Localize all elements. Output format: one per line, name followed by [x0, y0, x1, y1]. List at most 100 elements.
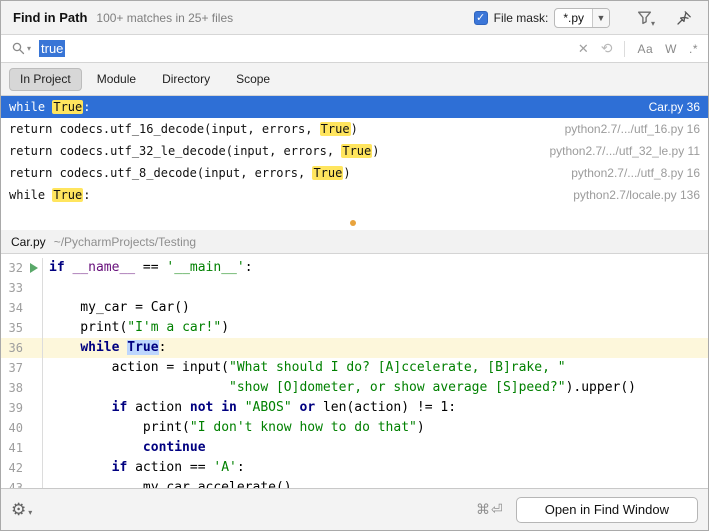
match-highlight: True — [320, 122, 351, 136]
editor-gutter[interactable]: 34 — [1, 298, 43, 318]
editor-gutter[interactable]: 33 — [1, 278, 43, 298]
code-line: 39 if action not in "ABOS" or len(action… — [1, 398, 708, 418]
scope-tab-directory[interactable]: Directory — [151, 68, 221, 91]
line-number: 42 — [7, 458, 23, 478]
code-line: 36 while True: — [1, 338, 708, 358]
code-text: if action == 'A': — [43, 458, 245, 478]
code-line: 43 my_car.accelerate() — [1, 478, 708, 488]
editor-gutter[interactable]: 42 — [1, 458, 43, 478]
code-line: 35 print("I'm a car!") — [1, 318, 708, 338]
preview-file-path: ~/PycharmProjects/Testing — [54, 235, 196, 249]
code-text — [43, 278, 49, 298]
result-row[interactable]: while True: python2.7/locale.py 136 — [1, 184, 708, 206]
code-text: while True: — [43, 338, 166, 358]
result-row[interactable]: while True: Car.py 36 — [1, 96, 708, 118]
line-number: 33 — [7, 278, 23, 298]
file-mask-label: File mask: — [494, 11, 549, 25]
scope-tabs: In ProjectModuleDirectoryScope — [1, 63, 708, 96]
preview-file-tab[interactable]: Car.py — [11, 235, 46, 249]
result-location: python2.7/.../utf_16.py 16 — [565, 122, 700, 136]
editor-gutter[interactable]: 41 — [1, 438, 43, 458]
code-text: my_car.accelerate() — [43, 478, 292, 488]
open-in-find-window-button[interactable]: Open in Find Window — [516, 497, 698, 523]
result-text: while True: — [9, 100, 637, 114]
code-text: print("I'm a car!") — [43, 318, 229, 338]
result-row[interactable]: return codecs.utf_8_decode(input, errors… — [1, 162, 708, 184]
line-number: 32 — [7, 258, 23, 278]
code-text: if action not in "ABOS" or len(action) !… — [43, 398, 456, 418]
file-mask-combo[interactable]: *.py ▼ — [554, 8, 610, 28]
pin-icon[interactable] — [672, 6, 696, 30]
result-text: return codecs.utf_16_decode(input, error… — [9, 122, 553, 136]
code-text: continue — [43, 438, 206, 458]
editor-gutter[interactable]: 32 — [1, 258, 43, 278]
chevron-down-icon[interactable]: ▼ — [592, 9, 609, 27]
dialog-footer: ⚙ ▾ ⌘⏎ Open in Find Window — [1, 488, 708, 530]
code-text: print("I don't know how to do that") — [43, 418, 425, 438]
line-number: 34 — [7, 298, 23, 318]
result-text: return codecs.utf_32_le_decode(input, er… — [9, 144, 537, 158]
search-icon[interactable]: ▾ — [11, 41, 31, 56]
code-line: 33 — [1, 278, 708, 298]
code-line: 38 "show [O]dometer, or show average [S]… — [1, 378, 708, 398]
code-preview-editor[interactable]: 32 if __name__ == '__main__': 3334 my_car … — [1, 254, 708, 488]
match-summary: 100+ matches in 25+ files — [96, 11, 233, 25]
match-highlight: True — [312, 166, 343, 180]
match-highlight: True — [341, 144, 372, 158]
editor-gutter[interactable]: 40 — [1, 418, 43, 438]
line-number: 43 — [7, 478, 23, 488]
match-case-toggle[interactable]: Aa — [637, 42, 653, 56]
line-number: 37 — [7, 358, 23, 378]
gear-icon[interactable]: ⚙ ▾ — [11, 500, 32, 520]
scope-tab-module[interactable]: Module — [86, 68, 147, 91]
result-location: Car.py 36 — [649, 100, 700, 114]
code-line: 34 my_car = Car() — [1, 298, 708, 318]
code-text: action = input("What should I do? [A]cce… — [43, 358, 566, 378]
file-mask-value[interactable]: *.py — [555, 9, 592, 27]
code-line: 41 continue — [1, 438, 708, 458]
editor-gutter[interactable]: 36 — [1, 338, 43, 358]
search-input[interactable]: true — [39, 41, 578, 56]
find-in-path-dialog: Find in Path 100+ matches in 25+ files ✓… — [0, 0, 709, 531]
code-text: "show [O]dometer, or show average [S]pee… — [43, 378, 636, 398]
line-number: 36 — [7, 338, 23, 358]
code-line: 37 action = input("What should I do? [A]… — [1, 358, 708, 378]
progress-indicator-dot — [350, 220, 356, 226]
code-text: my_car = Car() — [43, 298, 190, 318]
whole-words-toggle[interactable]: W — [665, 42, 677, 56]
scope-tab-in-project[interactable]: In Project — [9, 68, 82, 91]
result-location: python2.7/.../utf_32_le.py 11 — [549, 144, 700, 158]
line-number: 35 — [7, 318, 23, 338]
result-row[interactable]: return codecs.utf_16_decode(input, error… — [1, 118, 708, 140]
search-history-icon[interactable]: ⟲ — [601, 40, 613, 57]
editor-gutter[interactable]: 37 — [1, 358, 43, 378]
result-text: return codecs.utf_8_decode(input, errors… — [9, 166, 559, 180]
code-line: 32 if __name__ == '__main__': — [1, 258, 708, 278]
clear-search-icon[interactable]: ✕ — [578, 41, 589, 57]
code-line: 40 print("I don't know how to do that") — [1, 418, 708, 438]
result-location: python2.7/locale.py 136 — [573, 188, 700, 202]
line-number: 39 — [7, 398, 23, 418]
editor-gutter[interactable]: 35 — [1, 318, 43, 338]
code-line: 42 if action == 'A': — [1, 458, 708, 478]
results-list: while True: Car.py 36 return codecs.utf_16… — [1, 96, 708, 230]
scope-tab-scope[interactable]: Scope — [225, 68, 281, 91]
chevron-down-icon: ▾ — [28, 508, 32, 517]
result-text: while True: — [9, 188, 561, 202]
search-query-selected-text: true — [39, 40, 65, 57]
result-location: python2.7/.../utf_8.py 16 — [571, 166, 700, 180]
editor-gutter[interactable]: 43 — [1, 478, 43, 488]
filter-icon[interactable]: ▾ — [632, 6, 656, 30]
regex-toggle[interactable]: .* — [689, 42, 698, 56]
run-script-icon[interactable] — [30, 263, 38, 273]
dialog-header: Find in Path 100+ matches in 25+ files ✓… — [1, 1, 708, 35]
match-highlight: True — [52, 188, 83, 202]
file-mask-checkbox[interactable]: ✓ — [474, 11, 488, 25]
result-row[interactable]: return codecs.utf_32_le_decode(input, er… — [1, 140, 708, 162]
search-field[interactable]: ▾ true ✕ ⟲ Aa W .* — [1, 35, 708, 63]
code-text: if __name__ == '__main__': — [43, 258, 253, 278]
editor-gutter[interactable]: 39 — [1, 398, 43, 418]
chevron-down-icon: ▾ — [27, 44, 31, 53]
editor-gutter[interactable]: 38 — [1, 378, 43, 398]
divider — [624, 41, 625, 57]
